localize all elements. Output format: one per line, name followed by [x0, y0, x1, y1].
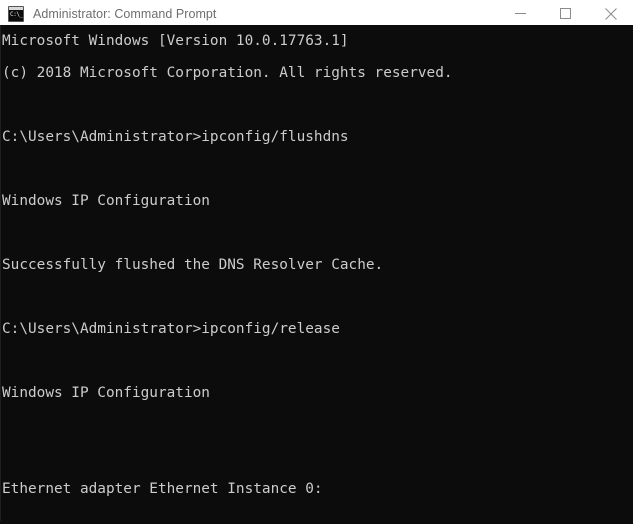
close-icon	[604, 7, 617, 20]
console-line: (c) 2018 Microsoft Corporation. All righ…	[2, 65, 453, 81]
maximize-icon	[560, 8, 571, 19]
console-line: Windows IP Configuration	[2, 385, 210, 401]
window-controls	[498, 0, 633, 28]
command-prompt-window: C:\_ Administrator: Command Prompt Micro…	[0, 0, 633, 524]
maximize-button[interactable]	[543, 0, 588, 28]
console-line: C:\Users\Administrator>ipconfig/flushdns	[2, 129, 349, 145]
command-prompt-icon[interactable]: C:\_	[8, 5, 24, 22]
console-output[interactable]: Microsoft Windows [Version 10.0.17763.1]…	[0, 25, 633, 521]
console-line: Successfully flushed the DNS Resolver Ca…	[2, 257, 384, 273]
minimize-icon	[515, 13, 526, 14]
console-line: Ethernet adapter Ethernet Instance 0:	[2, 481, 323, 497]
window-title: Administrator: Command Prompt	[33, 6, 217, 21]
icon-prompt-glyph: C:\_	[10, 10, 23, 18]
console-line: C:\Users\Administrator>ipconfig/release	[2, 321, 340, 337]
console-line: Microsoft Windows [Version 10.0.17763.1]	[2, 33, 349, 49]
console-line: Windows IP Configuration	[2, 193, 210, 209]
title-bar[interactable]: C:\_ Administrator: Command Prompt	[0, 0, 633, 28]
close-button[interactable]	[588, 0, 633, 28]
minimize-button[interactable]	[498, 0, 543, 28]
